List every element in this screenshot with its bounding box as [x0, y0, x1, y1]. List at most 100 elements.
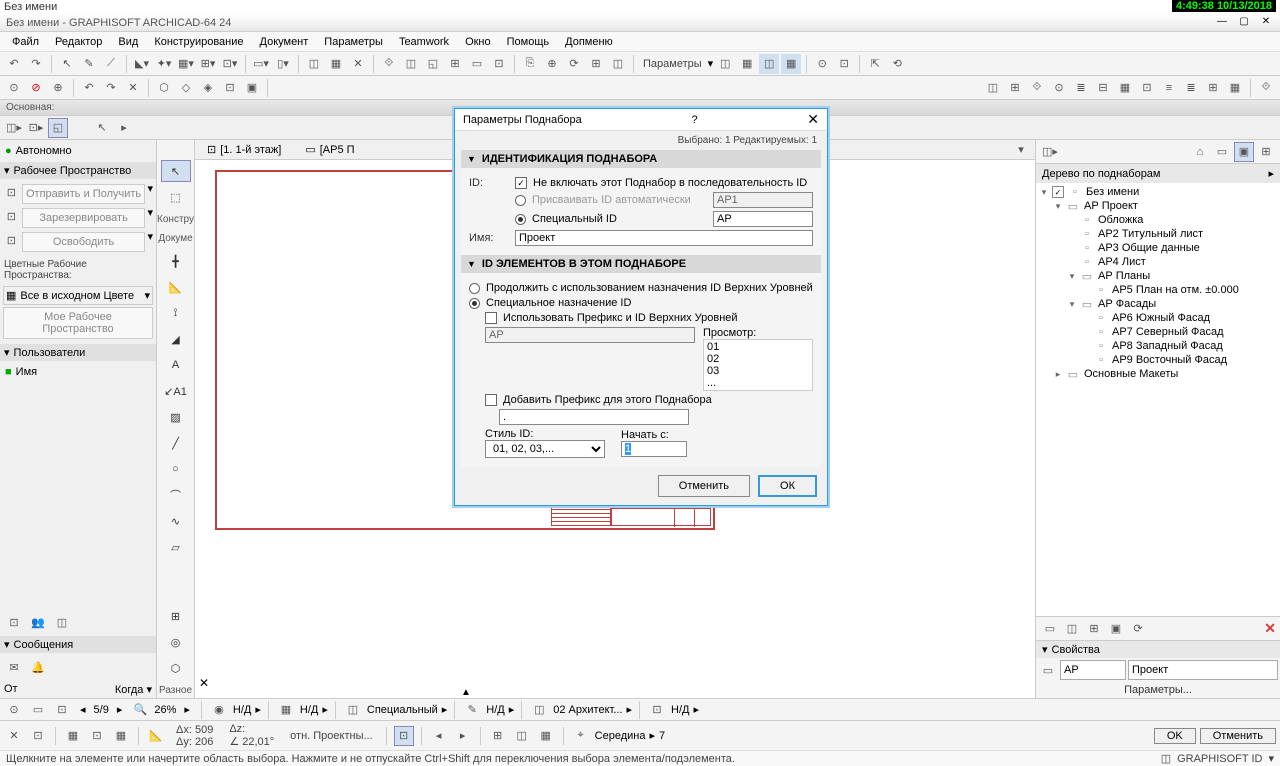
rp1-icon[interactable]: ⌂ — [1190, 142, 1210, 162]
s25-icon[interactable]: ⊟ — [1093, 78, 1113, 98]
reserve-button[interactable]: Зарезервировать — [22, 208, 146, 228]
tree-item[interactable]: ▫АР3 Общие данные — [1038, 241, 1278, 255]
line2-tool-icon[interactable]: ╱ — [161, 432, 191, 454]
ok-button[interactable]: ОК — [758, 475, 817, 497]
minimize-icon[interactable]: — — [1212, 14, 1232, 28]
pointer-icon[interactable]: ↖ — [57, 54, 77, 74]
sb1-icon[interactable]: ✕ — [4, 726, 24, 746]
menu-window[interactable]: Окно — [457, 34, 499, 50]
section1-header[interactable]: ▼ИДЕНТИФИКАЦИЯ ПОДНАБОРА — [461, 150, 821, 168]
p1-icon[interactable]: ◫ — [715, 54, 735, 74]
sb4-icon[interactable]: ⊡ — [87, 726, 107, 746]
tree-item[interactable]: ▫АР9 Восточный Фасад — [1038, 353, 1278, 367]
close-view-icon[interactable]: ✕ — [199, 676, 209, 690]
s4-icon[interactable]: ↶ — [79, 78, 99, 98]
s27-icon[interactable]: ⊡ — [1137, 78, 1157, 98]
tree-item[interactable]: ▫Обложка — [1038, 213, 1278, 227]
menu-params[interactable]: Параметры — [316, 34, 391, 50]
lt1-icon[interactable]: ⊙ — [4, 700, 24, 720]
messages-header[interactable]: ▾Сообщения — [0, 636, 156, 653]
view3-icon[interactable]: ✕ — [348, 54, 368, 74]
hint-icon[interactable]: ◫ — [1161, 752, 1171, 765]
undo-icon[interactable]: ↶ — [4, 54, 24, 74]
doc2-icon[interactable]: ⊕ — [542, 54, 562, 74]
play-icon[interactable]: ⊙ — [812, 54, 832, 74]
props-name-input[interactable] — [1128, 660, 1278, 680]
tool3-icon[interactable]: ◱ — [423, 54, 443, 74]
p3-icon[interactable]: ◫ — [759, 54, 779, 74]
brand-label[interactable]: GRAPHISOFT ID — [1177, 753, 1262, 765]
s30-icon[interactable]: ⊞ — [1203, 78, 1223, 98]
s21-icon[interactable]: ⊞ — [1005, 78, 1025, 98]
s5-icon[interactable]: ↷ — [101, 78, 121, 98]
mt2-icon[interactable]: ⊡▸ — [26, 118, 46, 138]
s32-icon[interactable]: ⟐ — [1256, 78, 1276, 98]
wand-icon[interactable]: ⟋ — [101, 54, 121, 74]
view-icon[interactable]: ◫ — [304, 54, 324, 74]
tree-item[interactable]: ▫АР5 План на отм. ±0.000 — [1038, 283, 1278, 297]
rp4-icon[interactable]: ⊞ — [1256, 142, 1276, 162]
rb5-icon[interactable]: ⟳ — [1128, 619, 1148, 639]
sb12-icon[interactable]: ▸ — [453, 726, 473, 746]
drawing-tool-icon[interactable]: ▱ — [161, 536, 191, 558]
radial-tool-icon[interactable]: ⟟ — [161, 302, 191, 324]
sync-icon[interactable]: ⟲ — [887, 54, 907, 74]
mt3-icon[interactable]: ◱ — [48, 118, 68, 138]
close-icon[interactable]: ✕ — [1256, 14, 1276, 28]
tree-item[interactable]: ▫АР8 Западный Фасад — [1038, 339, 1278, 353]
use-prefix-checkbox[interactable] — [485, 312, 497, 324]
s8-icon[interactable]: ◇ — [176, 78, 196, 98]
lt8-icon[interactable]: ✎ — [462, 700, 482, 720]
dialog-close-icon[interactable]: ✕ — [807, 111, 819, 128]
p4-icon[interactable]: ▦ — [781, 54, 801, 74]
s6-icon[interactable]: ✕ — [123, 78, 143, 98]
lt6-icon[interactable]: ▦ — [276, 700, 296, 720]
doc5-icon[interactable]: ◫ — [608, 54, 628, 74]
lt9-icon[interactable]: ◫ — [529, 700, 549, 720]
detail-tool-icon[interactable]: ◎ — [161, 631, 191, 653]
s20-icon[interactable]: ◫ — [983, 78, 1003, 98]
s29-icon[interactable]: ≣ — [1181, 78, 1201, 98]
lt7-icon[interactable]: ◫ — [343, 700, 363, 720]
menu-help[interactable]: Помощь — [499, 34, 558, 50]
s31-icon[interactable]: ▦ — [1225, 78, 1245, 98]
tree-menu-icon[interactable]: ▸ — [1268, 167, 1274, 180]
sb-cancel-button[interactable]: Отменить — [1200, 728, 1276, 744]
guides-icon[interactable]: ⊞▾ — [198, 54, 218, 74]
when-label[interactable]: Когда ▾ — [115, 683, 152, 696]
sb6-icon[interactable]: 📐 — [146, 726, 166, 746]
users-header[interactable]: ▾Пользователи — [0, 344, 156, 361]
maximize-icon[interactable]: ▢ — [1234, 14, 1254, 28]
mt4-icon[interactable]: ↖ — [92, 118, 112, 138]
menu-teamwork[interactable]: Teamwork — [391, 34, 457, 50]
tree-item[interactable]: ▫АР6 Южный Фасад — [1038, 311, 1278, 325]
tool4-icon[interactable]: ⊞ — [445, 54, 465, 74]
rb3-icon[interactable]: ⊞ — [1084, 619, 1104, 639]
circle-tool-icon[interactable]: ○ — [161, 458, 191, 480]
doc3-icon[interactable]: ⟳ — [564, 54, 584, 74]
section2-header[interactable]: ▼ID ЭЛЕМЕНТОВ В ЭТОМ ПОДНАБОРЕ — [461, 255, 821, 273]
tab-menu-icon[interactable]: ▾ — [1011, 140, 1031, 160]
lt-zoom-icon[interactable]: 🔍 — [130, 700, 150, 720]
tab-layout[interactable]: ▭[АР5 П — [297, 141, 362, 158]
cursor-tool-icon[interactable]: ↖ — [161, 160, 191, 182]
section-tool-icon[interactable]: ⊞ — [161, 605, 191, 627]
rb-close-icon[interactable]: ✕ — [1264, 620, 1276, 637]
sb15-icon[interactable]: ▦ — [536, 726, 556, 746]
menu-edit[interactable]: Редактор — [47, 34, 110, 50]
dot-input[interactable] — [499, 409, 689, 425]
text-tool-icon[interactable]: A — [161, 354, 191, 376]
my-workspace-button[interactable]: Мое Рабочее Пространство — [3, 307, 153, 339]
menu-file[interactable]: Файл — [4, 34, 47, 50]
doc-icon[interactable]: ⎘ — [520, 54, 540, 74]
add-prefix-checkbox[interactable] — [485, 394, 497, 406]
lp11-icon[interactable]: 👥 — [28, 612, 48, 632]
mt1-icon[interactable]: ◫▸ — [4, 118, 24, 138]
tree-item[interactable]: ▫АР2 Титульный лист — [1038, 227, 1278, 241]
fill-tool-icon[interactable]: ▨ — [161, 406, 191, 428]
sb-ok-button[interactable]: OK — [1154, 728, 1196, 744]
s22-icon[interactable]: ⟐ — [1027, 78, 1047, 98]
lp1-icon[interactable]: ⊡ — [3, 182, 20, 202]
rb4-icon[interactable]: ▣ — [1106, 619, 1126, 639]
tool2-icon[interactable]: ◫ — [401, 54, 421, 74]
